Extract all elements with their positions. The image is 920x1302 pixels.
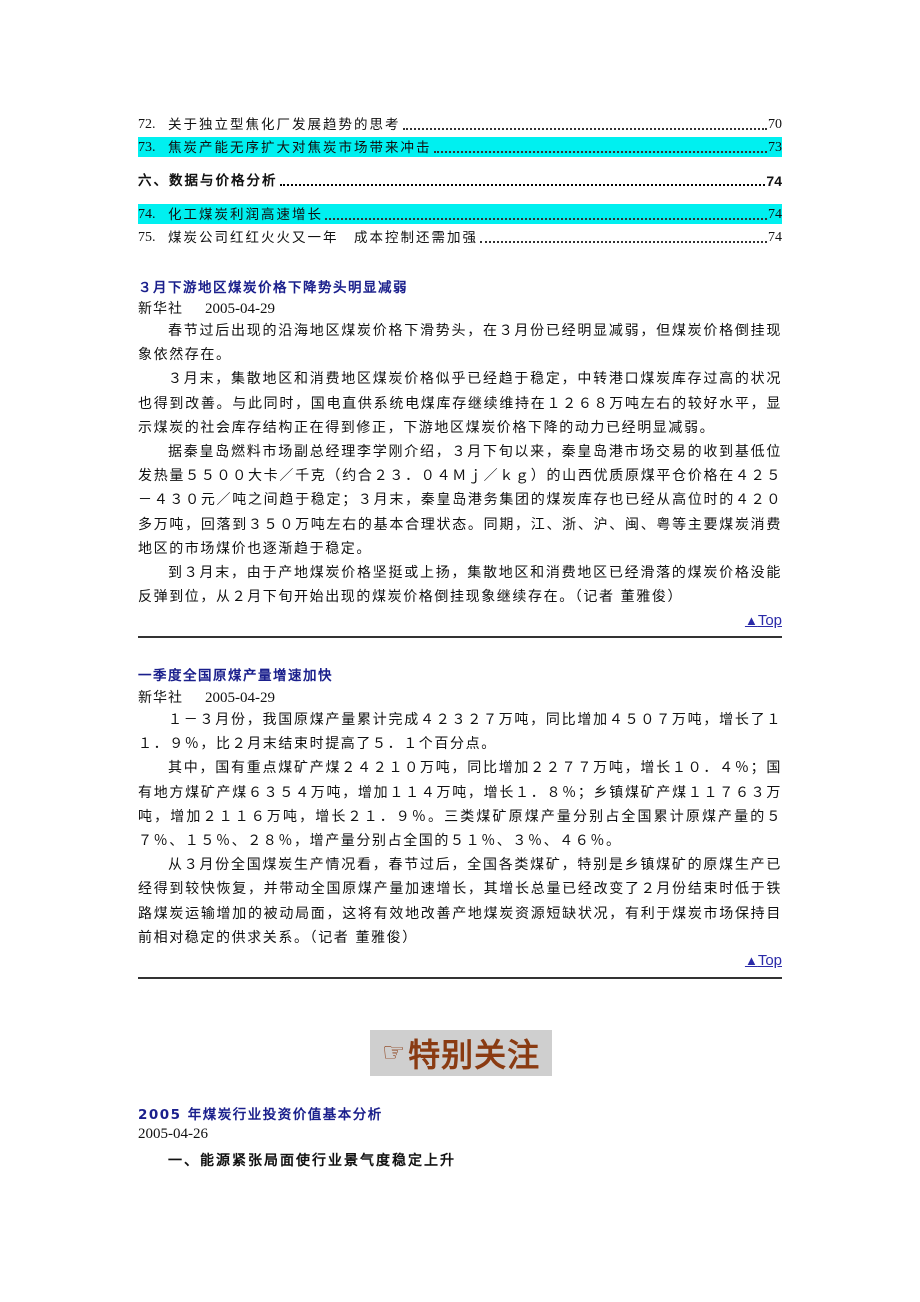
article-paragraph: 到３月末，由于产地煤炭价格坚挺或上扬，集散地区和消费地区已经滑落的煤炭价格没能反…	[138, 565, 782, 606]
section-divider	[138, 636, 782, 638]
article-date: 2005-04-29	[205, 690, 275, 706]
toc-leader-dots	[433, 151, 767, 153]
toc-page-number: 74	[766, 173, 782, 189]
article-source: 新华社	[138, 301, 183, 317]
article-body: １－３月份，我国原煤产量累计完成４２３２７万吨，同比增加４５０７万吨，增长了１１…	[138, 708, 782, 950]
article-paragraph: 其中，国有重点煤矿产煤２４２１０万吨，同比增加２２７７万吨，增长１０．４％；国有…	[138, 760, 782, 850]
back-to-top-label: Top	[757, 952, 782, 969]
article-paragraph: 从３月份全国煤炭生产情况看，春节过后，全国各类煤矿，特别是乡镇煤矿的原煤生产已经…	[138, 857, 782, 946]
toc-leader-dots	[279, 184, 766, 186]
toc-title: 关于独立型焦化厂发展趋势的思考	[168, 117, 401, 133]
toc-number: 73.	[138, 140, 156, 155]
up-triangle-icon: ▲	[744, 613, 758, 628]
toc-page-number: 73	[768, 140, 782, 155]
back-to-top-label: Top	[757, 612, 782, 629]
up-triangle-icon: ▲	[744, 953, 758, 968]
toc-number: 75.	[138, 230, 156, 245]
toc-entry[interactable]: 75. 煤炭公司红红火火又一年 成本控制还需加强 74	[138, 227, 782, 247]
section-divider	[138, 977, 782, 979]
toc-number: 74.	[138, 207, 156, 222]
article-byline: 新华社 2005-04-29	[138, 687, 275, 707]
toc-title: 化工煤炭利润高速增长	[168, 207, 323, 223]
toc-section-title: 六、数据与价格分析	[138, 173, 278, 189]
toc-leader-dots	[402, 128, 767, 130]
back-to-top-link[interactable]: ▲Top	[745, 612, 782, 629]
article-paragraph: ３月末，集散地区和消费地区煤炭价格似乎已经趋于稳定，中转港口煤炭库存过高的状况也…	[138, 371, 782, 436]
special-subheading: 一、能源紧张局面使行业景气度稳定上升	[168, 1153, 456, 1169]
special-article-date: 2005-04-26	[138, 1126, 208, 1142]
pointing-hand-icon: ☞	[381, 1038, 407, 1068]
toc-page-number: 70	[768, 117, 782, 132]
toc-title: 煤炭公司红红火火又一年 成本控制还需加强	[168, 230, 478, 246]
toc-entry-highlighted[interactable]: 74. 化工煤炭利润高速增长 74	[138, 204, 782, 224]
toc-title: 焦炭产能无序扩大对焦炭市场带来冲击	[168, 140, 432, 156]
article-date: 2005-04-29	[205, 301, 275, 317]
article-title: 一季度全国原煤产量增速加快	[138, 668, 333, 684]
toc-leader-dots	[480, 241, 767, 243]
back-to-top-link[interactable]: ▲Top	[745, 952, 782, 969]
article-paragraph: 春节过后出现的沿海地区煤炭价格下滑势头，在３月份已经明显减弱，但煤炭价格倒挂现象…	[138, 323, 782, 364]
toc-page-number: 74	[768, 230, 782, 245]
toc-page-number: 74	[768, 207, 782, 222]
toc-number: 72.	[138, 117, 156, 132]
toc-leader-dots	[325, 218, 767, 220]
banner-label: 特别关注	[408, 1036, 541, 1074]
toc-entry[interactable]: 72. 关于独立型焦化厂发展趋势的思考 70	[138, 114, 782, 134]
article-title: ３月下游地区煤炭价格下降势头明显减弱	[138, 280, 408, 296]
article-source: 新华社	[138, 690, 183, 706]
article-paragraph: １－３月份，我国原煤产量累计完成４２３２７万吨，同比增加４５０７万吨，增长了１１…	[138, 712, 782, 753]
special-focus-banner: ☞ 特别关注	[370, 1030, 552, 1076]
article-paragraph: 据秦皇岛燃料市场副总经理李学刚介绍，３月下旬以来，秦皇岛港市场交易的收到基低位发…	[138, 444, 782, 557]
article-byline: 新华社 2005-04-29	[138, 298, 275, 318]
toc-entry-highlighted[interactable]: 73. 焦炭产能无序扩大对焦炭市场带来冲击 73	[138, 137, 782, 157]
toc-section-entry[interactable]: 六、数据与价格分析 74	[138, 170, 782, 190]
article-body: 春节过后出现的沿海地区煤炭价格下滑势头，在３月份已经明显减弱，但煤炭价格倒挂现象…	[138, 319, 782, 609]
special-article-title: 2005 年煤炭行业投资价值基本分析	[138, 1107, 383, 1123]
